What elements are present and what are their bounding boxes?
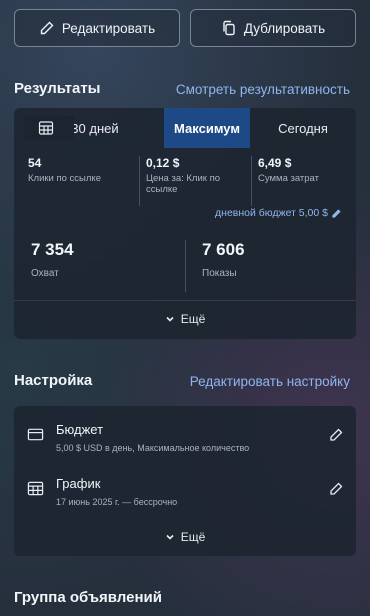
daily-budget-link[interactable]: дневной бюджет 5,00 $ <box>215 207 342 219</box>
metric-label: Охват <box>31 268 59 279</box>
pencil-icon[interactable] <box>329 428 343 442</box>
pencil-icon <box>332 208 341 218</box>
reach-impressions-row: 7 354 Охват 7 606 Показы <box>14 240 356 298</box>
metric-label: Клики по ссылке <box>28 173 101 184</box>
daily-budget-label: дневной бюджет 5,00 $ <box>215 207 328 219</box>
more-setup-button[interactable]: Ещё <box>14 527 356 547</box>
more-label: Ещё <box>180 312 206 326</box>
view-performance-link[interactable]: Смотреть результативность <box>176 82 350 97</box>
edit-button-label: Редактировать <box>61 20 156 36</box>
schedule-row[interactable]: График 17 июнь 2025 г. — бессрочно <box>14 468 356 508</box>
calendar-icon <box>38 121 54 135</box>
metric-cost-per-click: 0,12 $ Цена за: Клик по ссылке <box>139 156 249 206</box>
budget-title: Бюджет <box>56 422 104 437</box>
metric-impressions: 7 606 Показы <box>202 240 245 279</box>
metric-value: 54 <box>28 156 42 170</box>
duplicate-button[interactable]: Дублировать <box>190 9 356 47</box>
metric-value: 0,12 $ <box>146 156 180 170</box>
copy-icon <box>223 20 235 36</box>
budget-subtitle: 5,00 $ USD в день, Максимальное количест… <box>56 443 250 453</box>
tab-last-30-days[interactable]: ние 30 дней <box>14 108 164 148</box>
metric-label: Показы <box>202 268 237 279</box>
setup-title: Настройка <box>14 372 93 389</box>
tab-today[interactable]: Сегодня <box>250 108 356 148</box>
calendar-icon <box>27 481 44 496</box>
metric-label: Сумма затрат <box>258 173 319 184</box>
tab-maximum[interactable]: Максимум <box>164 108 250 148</box>
pencil-icon <box>40 21 54 35</box>
results-card: ние 30 дней Максимум Сегодня 54 Клики по… <box>14 108 356 339</box>
chevron-down-icon <box>166 534 174 540</box>
duplicate-button-label: Дублировать <box>243 20 326 36</box>
setup-card: Бюджет 5,00 $ USD в день, Максимальное к… <box>14 406 356 556</box>
edit-setup-link[interactable]: Редактировать настройку <box>190 374 350 389</box>
metric-value: 7 354 <box>31 240 74 259</box>
divider <box>185 240 186 292</box>
metric-amount-spent: 6,49 $ Сумма затрат <box>251 156 351 206</box>
metric-value: 7 606 <box>202 240 245 259</box>
budget-row[interactable]: Бюджет 5,00 $ USD в день, Максимальное к… <box>14 414 356 454</box>
more-label: Ещё <box>180 530 206 544</box>
schedule-subtitle: 17 июнь 2025 г. — бессрочно <box>56 497 178 507</box>
more-results-button[interactable]: Ещё <box>14 309 356 329</box>
credit-card-icon <box>27 428 44 441</box>
metric-reach: 7 354 Охват <box>31 240 74 279</box>
ad-group-title: Группа объявлений <box>14 589 162 606</box>
metric-link-clicks: 54 Клики по ссылке <box>28 156 128 206</box>
schedule-title: График <box>56 476 101 491</box>
edit-button[interactable]: Редактировать <box>14 9 180 47</box>
results-title: Результаты <box>14 80 101 97</box>
chevron-down-icon <box>166 316 174 322</box>
date-range-tabs: ние 30 дней Максимум Сегодня <box>14 108 356 148</box>
metric-value: 6,49 $ <box>258 156 292 170</box>
pencil-icon[interactable] <box>329 482 343 496</box>
divider <box>14 300 356 301</box>
metric-label: Цена за: Клик по ссылке <box>146 173 221 195</box>
metrics-row: 54 Клики по ссылке 0,12 $ Цена за: Клик … <box>14 156 356 206</box>
